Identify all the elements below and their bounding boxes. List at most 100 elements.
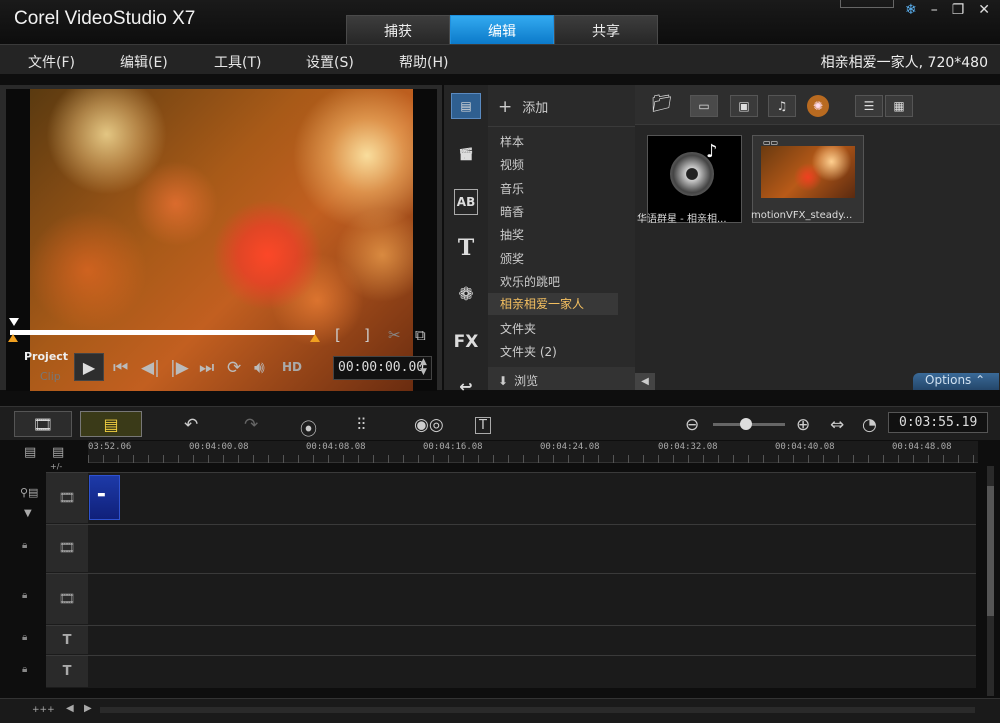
preview-window[interactable] <box>6 89 437 391</box>
video-track[interactable] <box>46 472 976 524</box>
timeline-horizontal-scrollbar[interactable] <box>100 707 975 713</box>
menu-edit[interactable]: 编辑(E) <box>120 52 168 72</box>
folder-icon[interactable]: 📁︎ <box>651 94 673 114</box>
scroll-left-icon[interactable]: ◀ <box>66 703 74 714</box>
options-button[interactable]: Options ⌃ <box>913 373 999 390</box>
track-manager-icon[interactable]: ▤ <box>24 445 36 460</box>
fit-project-icon[interactable]: ⇔ <box>830 415 844 435</box>
next-frame-icon[interactable]: |▶ <box>170 358 189 378</box>
zoom-in-icon[interactable]: ⊕ <box>796 415 810 435</box>
tab-capture[interactable]: 捕获 <box>346 15 450 45</box>
tab-share[interactable]: 共享 <box>554 15 658 45</box>
timeline-view-icon[interactable]: ▤ <box>80 411 142 437</box>
thumbnail-view-icon[interactable]: ▦ <box>885 95 913 117</box>
overlay-track-icon[interactable]: 🎞︎ <box>46 525 88 572</box>
lock-icon[interactable]: 🔒︎ <box>22 540 27 551</box>
timeline-vertical-scrollbar[interactable] <box>987 466 994 696</box>
subtitle-editor-icon[interactable]: T <box>475 417 491 434</box>
add-folder-button[interactable]: + 添加 <box>498 97 548 117</box>
undo-icon[interactable]: ↶ <box>184 415 198 435</box>
redo-icon[interactable]: ↷ <box>244 415 258 435</box>
reel-icon[interactable]: ✺ <box>807 95 829 117</box>
repeat-icon[interactable]: ⟳ <box>227 358 241 378</box>
folder-item[interactable]: 抽奖 <box>500 226 524 243</box>
scrollbar-thumb[interactable] <box>987 486 994 616</box>
scissors-icon[interactable]: ✂ <box>388 326 401 344</box>
restore-icon[interactable]: ❐ <box>952 2 965 18</box>
project-mode-label[interactable]: Project <box>24 350 68 363</box>
home-icon[interactable]: ⏮ <box>113 358 128 378</box>
tab-edit[interactable]: 编辑 <box>450 15 554 45</box>
graphic-icon[interactable]: ❁ <box>451 281 481 307</box>
folder-item[interactable]: 文件夹 <box>500 320 536 337</box>
browse-button[interactable]: ⬇ 浏览 <box>498 372 538 389</box>
menu-tools[interactable]: 工具(T) <box>214 52 261 72</box>
overlay-track-1[interactable] <box>46 524 976 573</box>
filter-icon[interactable]: FX <box>451 329 481 355</box>
chevron-down-icon[interactable]: ▼ <box>24 508 32 519</box>
folder-item[interactable]: 音乐 <box>500 180 524 197</box>
overlay-track-2[interactable] <box>46 573 976 625</box>
timecode-stepper[interactable]: ▲ ▼ <box>420 357 427 377</box>
folder-item[interactable]: 欢乐的跳吧 <box>500 273 560 290</box>
previous-frame-icon[interactable]: ◀| <box>141 358 160 378</box>
playhead-marker[interactable] <box>9 318 19 326</box>
play-button[interactable]: ▶ <box>74 353 104 381</box>
menu-settings[interactable]: 设置(S) <box>306 52 354 72</box>
trim-end-marker[interactable] <box>310 334 320 342</box>
timecode-field[interactable]: 00:00:00.00 <box>333 356 432 380</box>
show-video-icon[interactable]: ▭ <box>690 95 718 117</box>
chapter-icon[interactable]: ▤ <box>52 445 64 460</box>
transition-icon[interactable]: AB <box>454 189 478 215</box>
duration-clock-icon[interactable]: ◔ <box>862 415 877 435</box>
menu-help[interactable]: 帮助(H) <box>399 52 448 72</box>
volume-icon[interactable]: 🔊︎ <box>254 358 265 378</box>
collapse-left-icon[interactable]: ◀ <box>635 373 655 390</box>
menu-file[interactable]: 文件(F) <box>28 52 75 72</box>
overlay-track-icon[interactable]: 🎞︎ <box>46 574 88 624</box>
scroll-right-icon[interactable]: ▶ <box>84 703 92 714</box>
title-track-icon[interactable]: T <box>46 626 88 654</box>
show-audio-icon[interactable]: ♫ <box>768 95 796 117</box>
lock-icon[interactable]: 🔒︎ <box>22 632 27 643</box>
zoom-out-icon[interactable]: ⊖ <box>685 415 699 435</box>
globe-icon[interactable]: ❄ <box>905 2 917 18</box>
trim-start-marker[interactable] <box>8 334 18 342</box>
ripple-edit-icon[interactable]: ⚲▤ <box>20 486 38 499</box>
end-icon[interactable]: ⏭ <box>199 358 214 378</box>
video-track-icon[interactable]: 🎞︎ <box>46 473 88 523</box>
hd-button[interactable]: HD <box>282 360 302 374</box>
mark-out-button[interactable]: ] <box>364 326 370 344</box>
add-track-icon[interactable]: +++ <box>32 705 55 715</box>
timeline-ruler[interactable]: 03:52.06 00:04:00.08 00:04:08.08 00:04:1… <box>88 441 978 463</box>
folder-item[interactable]: 视频 <box>500 156 524 173</box>
sound-mixer-icon[interactable]: ⫶⫶ <box>357 415 366 435</box>
storyboard-view-icon[interactable]: 🎞︎ <box>14 411 72 437</box>
title-icon[interactable]: T <box>451 235 481 261</box>
mark-in-button[interactable]: [ <box>335 326 341 344</box>
folder-item-selected[interactable]: 相亲相爱一家人 <box>488 293 618 315</box>
scrubber-bar[interactable] <box>10 330 315 335</box>
show-photo-icon[interactable]: ▣ <box>730 95 758 117</box>
title-track-2[interactable] <box>46 655 976 688</box>
lock-icon[interactable]: 🔒︎ <box>22 590 27 601</box>
list-view-icon[interactable]: ☰ <box>855 95 883 117</box>
timeline-clip[interactable]: ▬ <box>89 475 120 520</box>
folder-item[interactable]: 颁奖 <box>500 250 524 267</box>
instant-project-icon[interactable]: 🎬︎ <box>451 141 481 167</box>
folder-item[interactable]: 样本 <box>500 133 524 150</box>
record-capture-icon[interactable]: ⦿ <box>300 415 317 440</box>
media-icon[interactable]: ▤ <box>451 93 481 119</box>
enlarge-icon[interactable]: ⧉ <box>415 326 426 344</box>
path-icon[interactable]: ↩ <box>451 373 481 399</box>
title-track-icon[interactable]: T <box>46 656 88 687</box>
add-remove-track[interactable]: +/- <box>50 462 62 471</box>
folder-item[interactable]: 暗香 <box>500 203 524 220</box>
lock-icon[interactable]: 🔒︎ <box>22 664 27 675</box>
clip-mode-label[interactable]: Clip <box>40 370 61 383</box>
zoom-slider-handle[interactable] <box>740 418 752 430</box>
folder-item[interactable]: 文件夹 (2) <box>500 343 557 360</box>
minimize-icon[interactable]: – <box>931 2 938 18</box>
title-track-1[interactable] <box>46 625 976 655</box>
close-icon[interactable]: ✕ <box>978 2 990 18</box>
